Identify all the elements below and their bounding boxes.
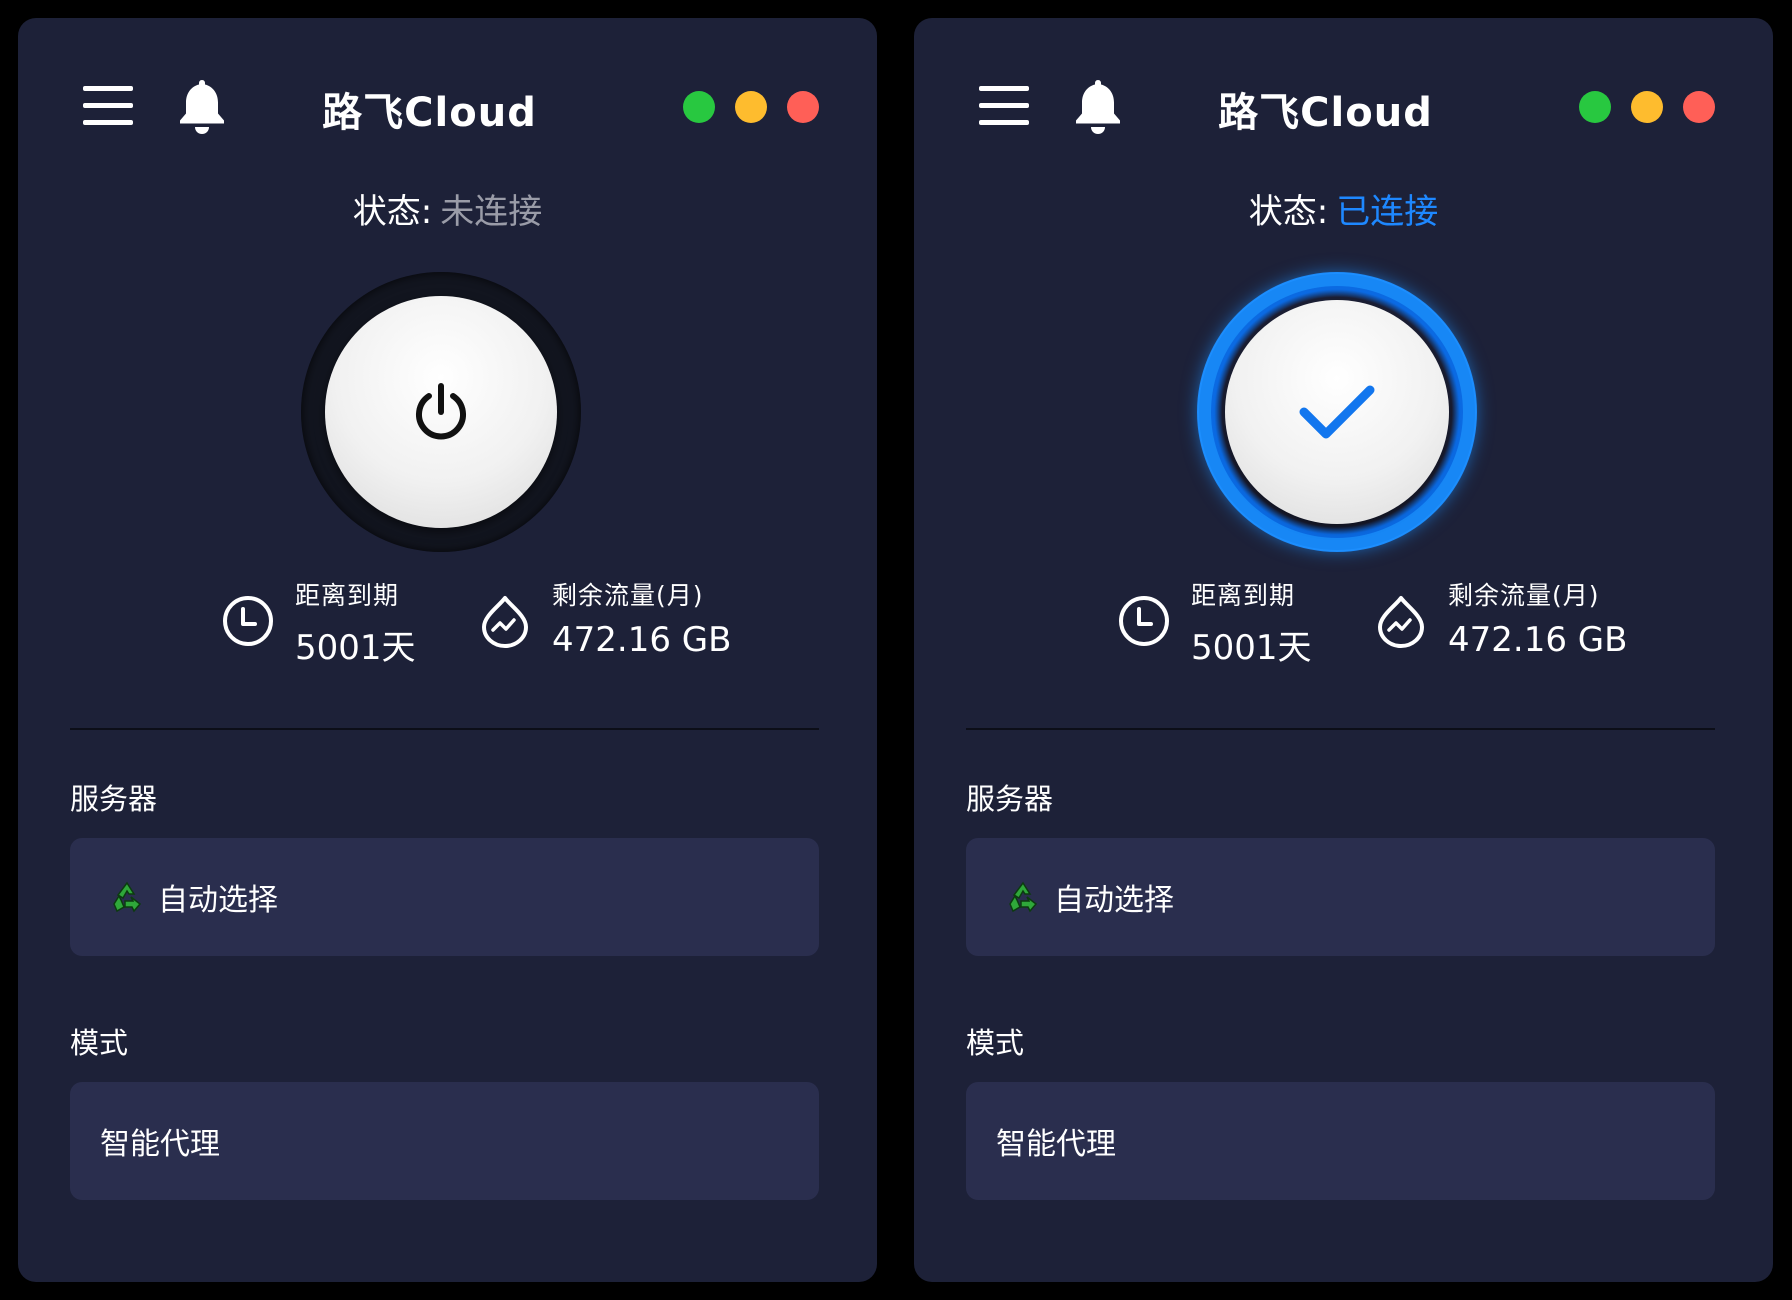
server-select-card[interactable]: 自动选择 bbox=[70, 838, 819, 956]
connect-button[interactable] bbox=[325, 296, 557, 528]
stats-row: 距离到期 5001天 剩余流量(月) 472.16 GB bbox=[18, 570, 877, 680]
status-value: 未连接 bbox=[440, 192, 543, 232]
status-row: 状态: 未连接 bbox=[18, 184, 877, 233]
expiry-label: 距离到期 bbox=[295, 581, 400, 610]
mode-select-card[interactable]: 智能代理 bbox=[70, 1082, 819, 1200]
status-label: 状态: bbox=[1248, 192, 1329, 232]
server-section-title: 服务器 bbox=[70, 782, 158, 816]
checkmark-icon bbox=[1299, 385, 1375, 439]
minimize-button[interactable] bbox=[1631, 91, 1663, 123]
expiry-value: 5001天 bbox=[295, 628, 416, 668]
traffic-drop-icon bbox=[1378, 596, 1424, 648]
minimize-button[interactable] bbox=[735, 91, 767, 123]
connect-button[interactable] bbox=[1225, 300, 1449, 524]
close-button[interactable] bbox=[787, 91, 819, 123]
mode-section-title: 模式 bbox=[966, 1026, 1025, 1060]
server-value: 自动选择 bbox=[1054, 883, 1174, 918]
maximize-button[interactable] bbox=[683, 91, 715, 123]
clock-icon bbox=[1119, 596, 1169, 646]
divider bbox=[966, 728, 1715, 730]
mode-select-card[interactable]: 智能代理 bbox=[966, 1082, 1715, 1200]
divider bbox=[70, 728, 819, 730]
traffic-label: 剩余流量(月) bbox=[1448, 581, 1600, 610]
mode-value: 智能代理 bbox=[996, 1127, 1116, 1162]
recycle-icon bbox=[110, 880, 144, 914]
window-controls bbox=[683, 91, 819, 123]
window-controls bbox=[1579, 91, 1715, 123]
app-window-disconnected: 路飞Cloud 状态:未连接 距离到期 5001天 剩余流量(月) 472.1 bbox=[18, 18, 877, 1282]
status-value: 已连接 bbox=[1336, 192, 1439, 232]
server-section-title: 服务器 bbox=[966, 782, 1054, 816]
clock-icon bbox=[223, 596, 273, 646]
stats-row: 距离到期 5001天 剩余流量(月) 472.16 GB bbox=[914, 570, 1773, 680]
traffic-label: 剩余流量(月) bbox=[552, 581, 704, 610]
app-window-connected: 路飞Cloud 状态: 已连接 距离到期 5001天 剩余流量(月) 472.16… bbox=[914, 18, 1773, 1282]
traffic-drop-icon bbox=[482, 596, 528, 648]
connect-toggle[interactable] bbox=[1197, 272, 1477, 552]
traffic-value: 472.16 GB bbox=[552, 620, 732, 660]
app-title-text: 路飞Cloud bbox=[1218, 90, 1433, 136]
expiry-value: 5001天 bbox=[1191, 628, 1312, 668]
app-title-text: 路飞Cloud bbox=[322, 90, 537, 136]
recycle-icon bbox=[1006, 880, 1040, 914]
close-button[interactable] bbox=[1683, 91, 1715, 123]
traffic-value: 472.16 GB bbox=[1448, 620, 1628, 660]
connect-toggle[interactable] bbox=[301, 272, 581, 552]
screenshot-stage: 路飞Cloud 状态:未连接 距离到期 5001天 剩余流量(月) 472.1 bbox=[0, 0, 1792, 1300]
server-select-card[interactable]: 自动选择 bbox=[966, 838, 1715, 956]
status-label: 状态: bbox=[352, 192, 433, 232]
mode-section-title: 模式 bbox=[70, 1026, 129, 1060]
mode-value: 智能代理 bbox=[100, 1127, 220, 1162]
status-row: 状态: 已连接 bbox=[914, 184, 1773, 233]
power-icon bbox=[416, 383, 466, 440]
maximize-button[interactable] bbox=[1579, 91, 1611, 123]
expiry-label: 距离到期 bbox=[1191, 581, 1296, 610]
server-value: 自动选择 bbox=[158, 883, 278, 918]
